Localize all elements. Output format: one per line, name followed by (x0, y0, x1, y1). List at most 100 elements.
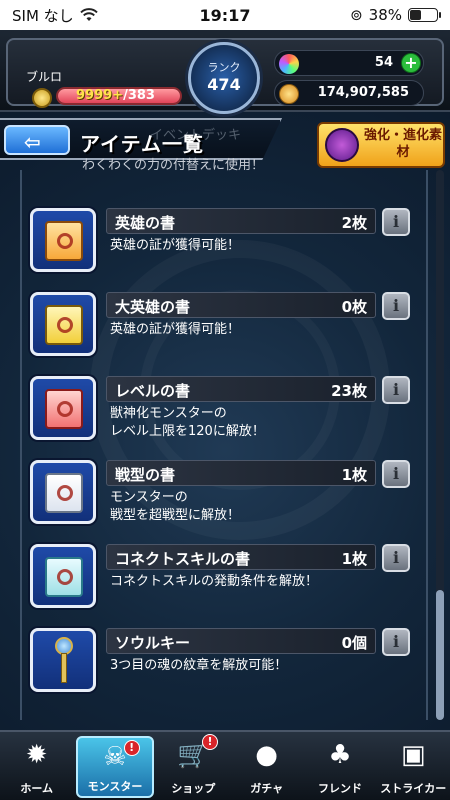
scroll-icon (45, 557, 83, 597)
stamina-max: /383 (123, 88, 155, 103)
game-screen: ブルロ 9999+/383 ランク 474 54 + 174,907,585 イ… (0, 30, 450, 730)
tab-monster[interactable]: ☠ ! モンスター (76, 736, 154, 798)
item-count: 2枚 (341, 214, 367, 232)
home-icon: ✹ (25, 740, 48, 770)
info-icon: i (393, 212, 400, 231)
item-name: 大英雄の書 (115, 298, 191, 316)
page-title: アイテム一覧 (80, 132, 204, 156)
rank-value: 474 (207, 75, 241, 94)
upgrade-materials-label: 強化・進化素材 (363, 128, 442, 160)
gem-value: 54 (374, 55, 393, 70)
gacha-egg-icon: ● (255, 740, 278, 770)
item-description: 英雄の証が獲得可能！ (110, 322, 241, 337)
upgrade-materials-button[interactable]: 強化・進化素材 (317, 122, 445, 168)
striker-card-icon: ▣ (401, 740, 426, 770)
item-name: 戦型の書 (115, 466, 176, 484)
item-name-bar: 戦型の書 1枚 (106, 460, 376, 486)
item-description: 獣神化モンスターの レベル上限を120に解放！ (110, 406, 265, 439)
item-name-bar: レベルの書 23枚 (106, 376, 376, 402)
tab-label: フレンド (317, 782, 362, 795)
item-count: 23枚 (331, 382, 367, 400)
item-name-bar: コネクトスキルの書 1枚 (106, 544, 376, 570)
item-count: 0個 (341, 634, 367, 652)
clock: 19:17 (199, 5, 251, 25)
back-arrow-icon: ⇦ (24, 130, 41, 154)
item-description: コネクトスキルの発動条件を解放！ (110, 574, 319, 589)
item-name-bar: 大英雄の書 0枚 (106, 292, 376, 318)
rank-badge[interactable]: ランク 474 (188, 42, 260, 114)
scroll-icon (45, 305, 83, 345)
info-icon: i (393, 464, 400, 483)
scrollbar-thumb[interactable] (436, 590, 444, 720)
stamina-current: 9999+ (76, 88, 124, 103)
alert-badge: ! (201, 734, 218, 750)
gold-value: 174,907,585 (317, 85, 409, 100)
tab-shop[interactable]: 🛒 ! ショップ (157, 732, 230, 800)
item-name-bar: 英雄の書 2枚 (106, 208, 376, 234)
item-icon (30, 376, 96, 440)
list-item[interactable]: ソウルキー 0個 i 3つ目の魂の紋章を解放可能！ (30, 628, 416, 698)
item-icon (30, 544, 96, 608)
item-count: 1枚 (341, 466, 367, 484)
info-button[interactable]: i (382, 292, 410, 320)
battery-icon (408, 8, 441, 22)
list-item[interactable]: レベルの書 23枚 i 獣神化モンスターの レベル上限を120に解放！ (30, 376, 416, 446)
item-name: 英雄の書 (115, 214, 176, 232)
gem-counter: 54 + (274, 50, 424, 76)
item-icon (30, 628, 96, 692)
item-name-bar: ソウルキー 0個 (106, 628, 376, 654)
stamina-icon (32, 88, 52, 108)
monster-emblem-icon (325, 128, 359, 162)
info-icon: i (393, 548, 400, 567)
item-description: 英雄の証が獲得可能！ (110, 238, 241, 253)
tab-label: ショップ (171, 782, 216, 795)
info-button[interactable]: i (382, 544, 410, 572)
info-button[interactable]: i (382, 628, 410, 656)
wifi-icon (79, 8, 98, 21)
item-count: 0枚 (341, 298, 367, 316)
info-icon: i (393, 296, 400, 315)
orientation-lock-icon: ⊚ (350, 6, 363, 24)
item-name: コネクトスキルの書 (115, 550, 251, 568)
rank-label: ランク (207, 61, 241, 74)
gold-coin-icon (279, 84, 299, 104)
item-name: ソウルキー (115, 634, 191, 652)
scroll-icon (45, 221, 83, 261)
info-button[interactable]: i (382, 376, 410, 404)
gold-counter: 174,907,585 (274, 80, 424, 106)
list-item[interactable]: 戦型の書 1枚 i モンスターの 戦型を超戦型に解放！ (30, 460, 416, 530)
tab-gacha[interactable]: ● ガチャ (230, 732, 303, 800)
friends-icon: ♣ (328, 740, 352, 770)
stamina-text: 9999+/383 (76, 88, 155, 103)
item-icon (30, 208, 96, 272)
orb-gem-icon (279, 54, 299, 74)
item-name: レベルの書 (115, 382, 191, 400)
player-header: ブルロ 9999+/383 ランク 474 54 + 174,907,585 (0, 30, 450, 114)
info-button[interactable]: i (382, 208, 410, 236)
item-count: 1枚 (341, 550, 367, 568)
info-button[interactable]: i (382, 460, 410, 488)
scroll-icon (45, 389, 83, 429)
list-item[interactable]: 大英雄の書 0枚 i 英雄の証が獲得可能！ (30, 292, 416, 362)
list-item[interactable]: コネクトスキルの書 1枚 i コネクトスキルの発動条件を解放！ (30, 544, 416, 614)
tab-label: ストライカー (380, 782, 447, 795)
list-item[interactable]: 英雄の書 2枚 i 英雄の証が獲得可能！ (30, 208, 416, 278)
status-bar: SIM なし 19:17 ⊚ 38% (0, 0, 450, 30)
scroll-icon (45, 473, 83, 513)
battery-percent: 38% (368, 6, 402, 24)
info-icon: i (393, 380, 400, 399)
tab-label: ホーム (20, 782, 53, 795)
player-name: ブルロ (26, 70, 63, 84)
item-icon (30, 460, 96, 524)
carrier-label: SIM なし (12, 6, 74, 25)
item-icon (30, 292, 96, 356)
tab-friends[interactable]: ♣ フレンド (303, 732, 376, 800)
tab-label: モンスター (87, 780, 143, 793)
tab-home[interactable]: ✹ ホーム (0, 732, 73, 800)
back-button[interactable]: ⇦ (4, 125, 70, 155)
tab-striker[interactable]: ▣ ストライカー (377, 732, 450, 800)
info-icon: i (393, 632, 400, 651)
bottom-nav: ✹ ホーム ☠ ! モンスター 🛒 ! ショップ ● ガチャ ♣ フレンド ▣ … (0, 730, 450, 800)
buy-gems-button[interactable]: + (401, 53, 421, 73)
alert-badge: ! (123, 740, 140, 756)
